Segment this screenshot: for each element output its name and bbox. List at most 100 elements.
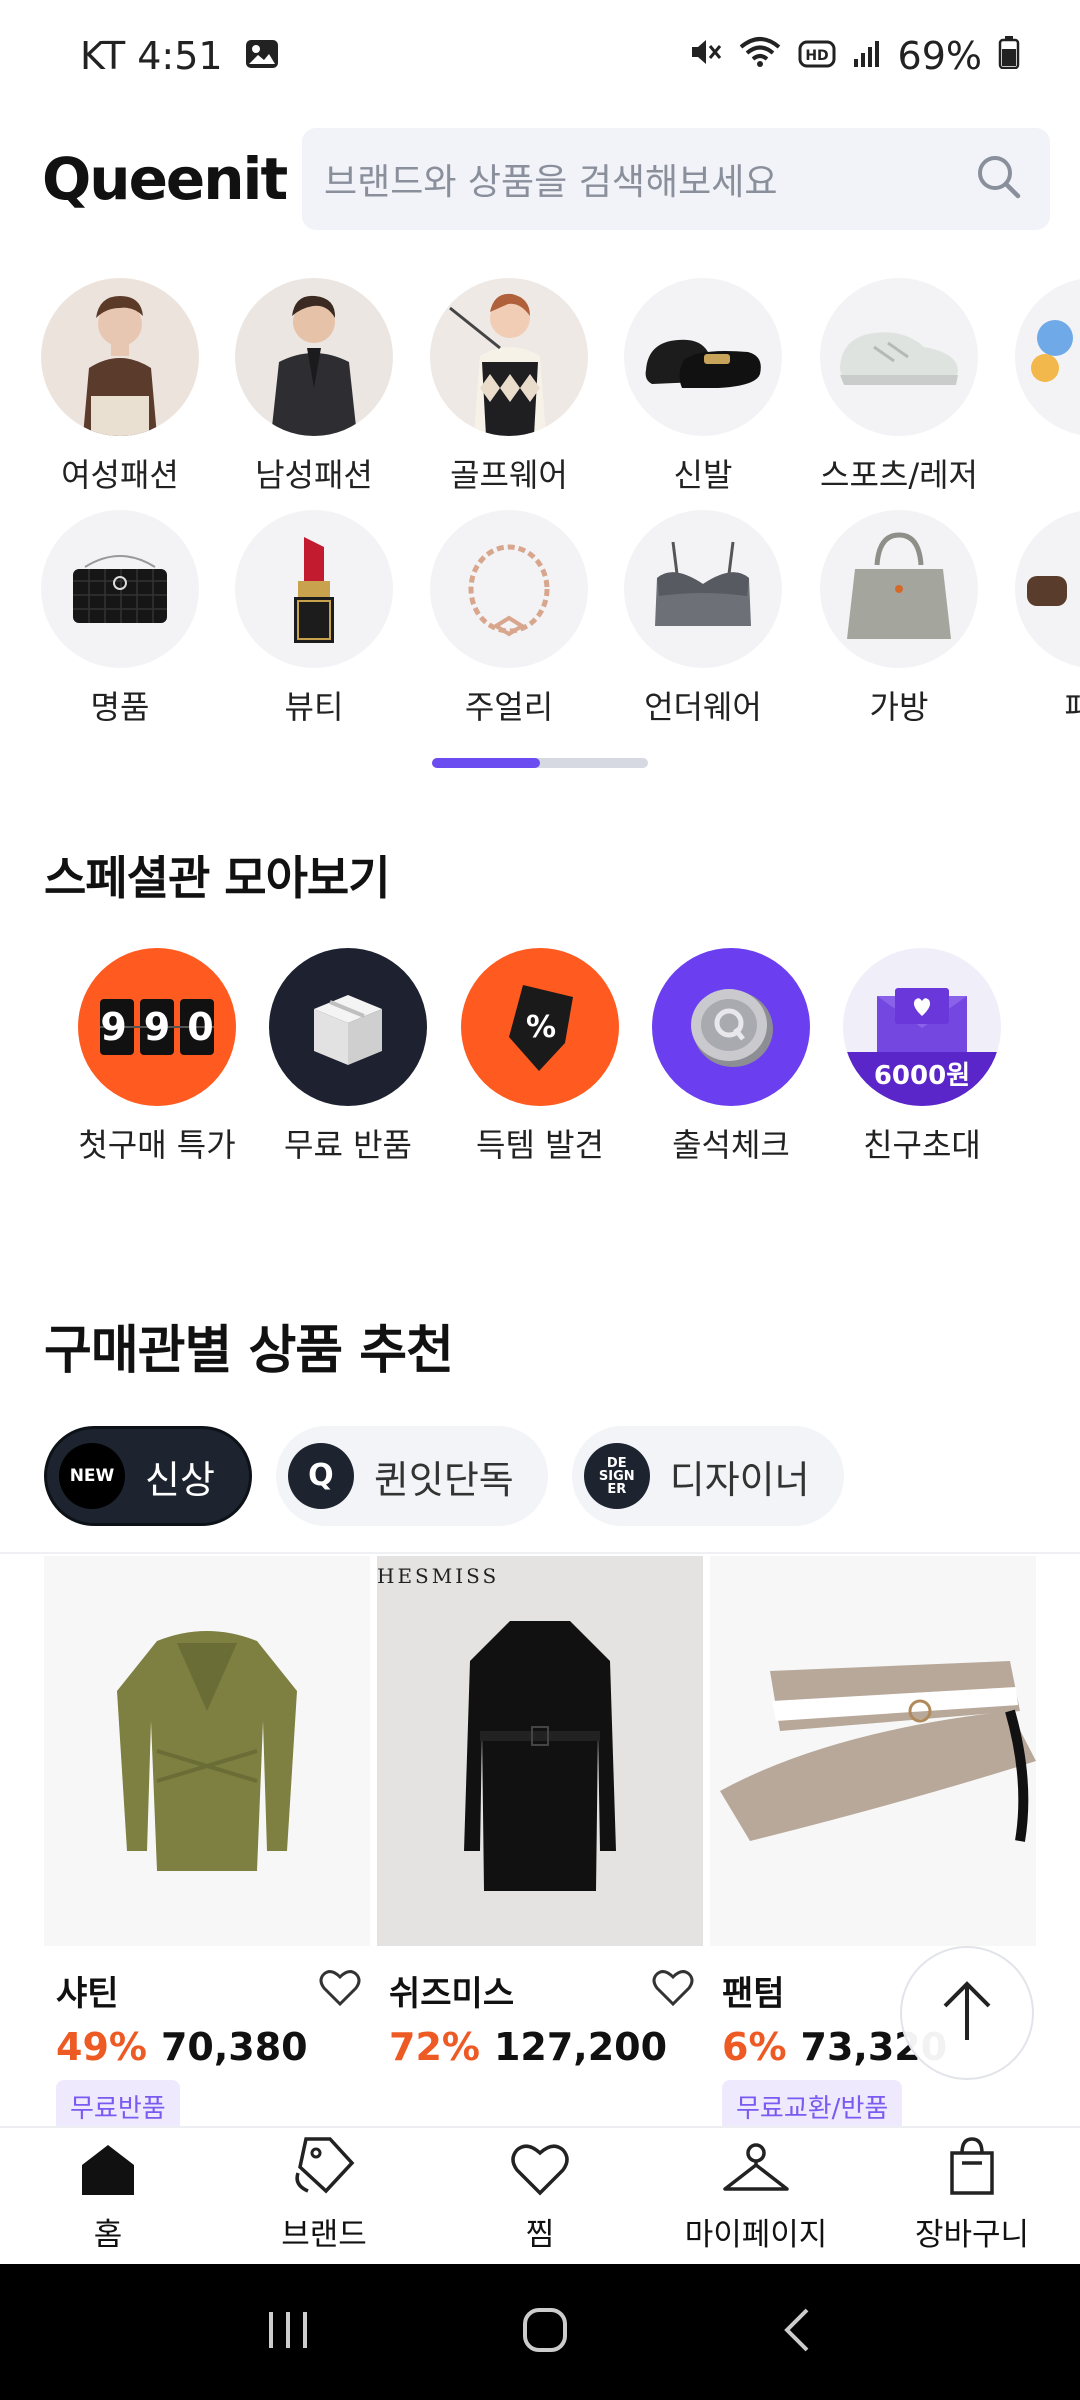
discount-rate: 6%: [722, 2025, 787, 2069]
fashion-acc-thumb: [1015, 510, 1080, 668]
category-label: 주얼리: [464, 688, 554, 726]
category-label: 아: [1014, 450, 1080, 496]
app-header: Queenit 브랜드와 상품을 검색해보세요: [0, 128, 1080, 230]
free-exchange-tag: 무료교환/반품: [722, 2080, 903, 2126]
product-price-row: 72% 127,200: [389, 2025, 703, 2069]
product-info: 샤틴 49% 70,380 무료반품: [44, 1946, 370, 2126]
category-womens-fashion[interactable]: 여성패션: [40, 278, 200, 496]
bag-thumb: [820, 510, 978, 668]
category-kids[interactable]: 아: [1014, 278, 1080, 496]
scroll-top-button[interactable]: [900, 1946, 1034, 2080]
product-price: 127,200: [493, 2025, 668, 2069]
category-underwear[interactable]: 언더웨어: [623, 510, 783, 728]
heart-icon[interactable]: [651, 1968, 695, 2012]
nav-label: 마이페이지: [684, 2217, 828, 2253]
search-bar[interactable]: 브랜드와 상품을 검색해보세요: [302, 128, 1050, 230]
shopping-bag-icon: [944, 2135, 1000, 2201]
back-icon[interactable]: [777, 2305, 817, 2359]
product-price: 70,380: [160, 2025, 308, 2069]
nav-label: 찜: [525, 2217, 555, 2253]
signal-icon: [852, 34, 882, 78]
category-label: 스포츠/레저: [820, 456, 978, 494]
home-button-icon[interactable]: [520, 2305, 570, 2359]
category-fashion-acc[interactable]: 패션: [1014, 510, 1080, 728]
product-image[interactable]: [44, 1556, 370, 1946]
nav-mypage[interactable]: 마이페이지: [648, 2128, 864, 2264]
beauty-thumb: [235, 510, 393, 668]
invite-envelope-icon: 6000원: [843, 948, 1001, 1106]
battery-icon: [998, 34, 1020, 78]
system-navigation-bar: [0, 2264, 1080, 2400]
special-attendance[interactable]: 출석체크: [636, 948, 826, 1166]
discount-tag-icon: %: [461, 948, 619, 1106]
search-input[interactable]: 브랜드와 상품을 검색해보세요: [324, 153, 972, 205]
category-label: 패션: [1064, 688, 1080, 726]
special-deal-finder[interactable]: % 득템 발견: [445, 948, 635, 1166]
bottom-navigation: 홈 브랜드 찜 마이페이지 장바구니: [0, 2126, 1080, 2264]
recommend-chip-row: NEW 신상 Q 퀸잇단독 DE SIGN ER 디자이너: [44, 1426, 844, 1526]
nav-cart[interactable]: 장바구니: [864, 2128, 1080, 2264]
discount-rate: 72%: [389, 2025, 480, 2069]
product-card[interactable]: 샤틴 49% 70,380 무료반품: [44, 1556, 370, 2126]
product-image[interactable]: [710, 1556, 1036, 1946]
nav-brand[interactable]: 브랜드: [216, 2128, 432, 2264]
product-price-row: 49% 70,380: [56, 2025, 370, 2069]
carrier-time: KT 4:51: [80, 34, 223, 78]
arrow-up-icon: [939, 1978, 995, 2048]
home-icon: [78, 2141, 138, 2201]
svg-text:HD: HD: [805, 48, 828, 64]
nav-label: 홈: [93, 2217, 123, 2253]
status-bar: KT 4:51 HD 69%: [0, 0, 1080, 112]
chip-queenit-exclusive[interactable]: Q 퀸잇단독: [275, 1426, 548, 1526]
free-return-box-icon: [269, 948, 427, 1106]
recent-apps-icon[interactable]: [263, 2308, 313, 2356]
category-mens-fashion[interactable]: 남성패션: [234, 278, 394, 496]
category-label: 명품: [90, 688, 150, 726]
special-label: 출석체크: [672, 1126, 790, 1164]
category-luxury[interactable]: 명품: [40, 510, 200, 728]
new-badge-icon: NEW: [59, 1443, 125, 1509]
category-label: 여성패션: [61, 456, 179, 494]
category-grid: 여성패션 남성패션 골프웨어 신발 스포츠/레저 아 명품: [0, 276, 1080, 746]
chip-label: 디자이너: [669, 1457, 810, 1502]
section-divider: [0, 1552, 1080, 1554]
hanger-icon: [721, 2141, 791, 2201]
product-image[interactable]: HESMISS: [377, 1556, 703, 1946]
heart-icon[interactable]: [318, 1968, 362, 2012]
first-purchase-badge: 990: [100, 1005, 231, 1049]
mens-fashion-thumb: [235, 278, 393, 436]
category-label: 골프웨어: [450, 456, 568, 494]
free-return-tag: 무료반품: [56, 2080, 180, 2126]
wifi-icon: [738, 34, 782, 78]
search-icon[interactable]: [972, 150, 1026, 208]
chip-label: 신상: [145, 1457, 215, 1502]
first-purchase-icon: 990: [78, 948, 236, 1106]
app-logo[interactable]: Queenit: [42, 145, 302, 213]
hd-icon: HD: [798, 34, 836, 78]
category-label: 가방: [869, 688, 929, 726]
category-beauty[interactable]: 뷰티: [234, 510, 394, 728]
chip-new[interactable]: NEW 신상: [44, 1426, 252, 1526]
scroll-indicator-fill: [432, 758, 540, 768]
special-first-purchase[interactable]: 990 첫구매 특가: [62, 948, 252, 1166]
special-invite-friend[interactable]: 6000원 친구초대: [827, 948, 1017, 1166]
designer-badge-icon: DE SIGN ER: [583, 1443, 650, 1509]
chip-label: 퀸잇단독: [373, 1457, 514, 1502]
category-sports[interactable]: 스포츠/레저: [819, 278, 979, 496]
underwear-thumb: [624, 510, 782, 668]
nav-home[interactable]: 홈: [0, 2128, 216, 2264]
category-bag[interactable]: 가방: [819, 510, 979, 728]
heart-icon: [509, 2141, 571, 2201]
nav-wishlist[interactable]: 찜: [432, 2128, 648, 2264]
category-jewelry[interactable]: 주얼리: [429, 510, 589, 728]
special-label: 득템 발견: [476, 1126, 604, 1164]
category-label: 남성패션: [255, 456, 373, 494]
category-scroll-indicator: [432, 758, 648, 768]
shoes-thumb: [624, 278, 782, 436]
category-golfwear[interactable]: 골프웨어: [429, 278, 589, 496]
product-card[interactable]: HESMISS 쉬즈미스 72% 127,200: [377, 1556, 703, 2116]
product-image-brand-text: HESMISS: [377, 1564, 500, 1588]
chip-designer[interactable]: DE SIGN ER 디자이너: [571, 1426, 844, 1526]
category-shoes[interactable]: 신발: [623, 278, 783, 496]
special-free-return[interactable]: 무료 반품: [253, 948, 443, 1166]
